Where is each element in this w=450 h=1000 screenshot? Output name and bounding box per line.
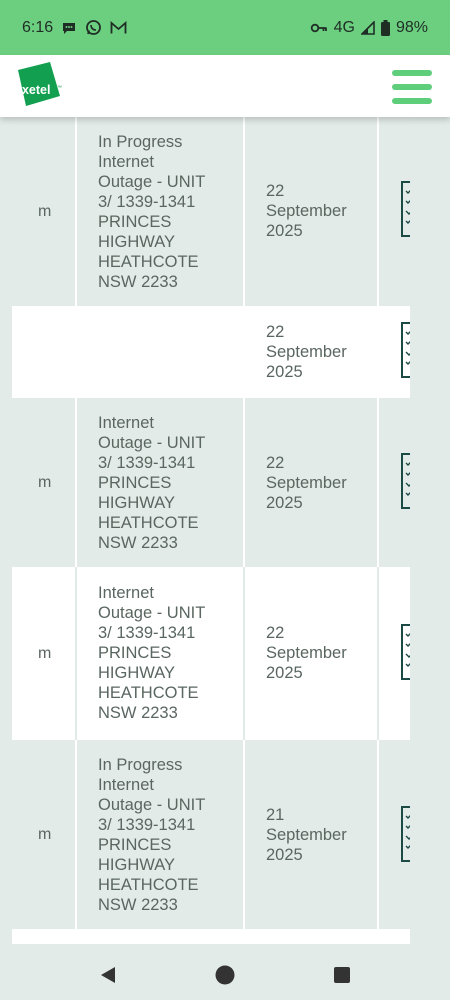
whatsapp-icon [85, 19, 102, 36]
table-row[interactable]: m In Progress Internet Outage - UNIT 3/ 133… [12, 117, 410, 306]
exetel-logo[interactable]: exetel ™ [12, 62, 66, 114]
signal-icon [360, 20, 375, 35]
checklist-icon[interactable] [400, 322, 410, 378]
status-time: 6:16 [22, 18, 54, 36]
network-type: 4G [333, 18, 355, 36]
email-cell: m [38, 203, 52, 220]
outage-table: m In Progress Internet Outage - UNIT 3/ 133… [12, 117, 410, 947]
table-row[interactable]: m Internet Outage - UNIT 3/ 1339-1341 PRINC… [12, 398, 410, 567]
battery-level: 98% [395, 18, 428, 36]
status-bar: 6:16 4G 98% [0, 0, 450, 55]
hamburger-menu-button[interactable] [392, 70, 432, 104]
issue-cell: Internet Outage - UNIT 3/ 1339-1341 PRINCES… [98, 414, 206, 552]
issue-cell: In Progress Internet Outage - UNIT 3/ 1339-… [98, 133, 206, 291]
date-cell: 22 September 2025 [266, 624, 347, 682]
table-row[interactable]: m Internet Outage - UNIT 3/ 1339-1341 PRINC… [12, 567, 410, 740]
home-icon[interactable] [214, 964, 236, 986]
email-cell: m [38, 645, 52, 662]
battery-icon [380, 19, 390, 36]
date-cell: 22 September 2025 [266, 454, 347, 512]
table-row[interactable]: 22 September 2025 [12, 306, 410, 398]
vpn-key-icon [310, 22, 328, 34]
checklist-icon[interactable] [400, 806, 410, 862]
checklist-icon[interactable] [400, 453, 410, 509]
recents-icon[interactable] [331, 964, 353, 986]
menu-line-icon [392, 98, 432, 104]
system-nav-bar [0, 947, 450, 1000]
issue-cell: Internet Outage - UNIT 3/ 1339-1341 PRINCES… [98, 584, 206, 722]
table-row[interactable]: m In Progress Internet Outage - UNIT 3/ 133… [12, 740, 410, 929]
date-cell: 21 September 2025 [266, 806, 347, 864]
issue-cell: In Progress Internet Outage - UNIT 3/ 1339-… [98, 756, 206, 914]
logo-text: exetel [15, 83, 50, 97]
date-cell: 22 September 2025 [266, 182, 347, 240]
menu-line-icon [392, 84, 432, 90]
menu-line-icon [392, 70, 432, 76]
email-cell: m [38, 826, 52, 843]
checklist-icon[interactable] [400, 181, 410, 237]
logo-tm: ™ [57, 85, 62, 91]
date-cell: 22 September 2025 [266, 323, 347, 381]
back-icon[interactable] [97, 964, 119, 986]
gmail-icon [110, 20, 127, 35]
chat-bubble-icon [61, 20, 77, 36]
app-header: exetel ™ [0, 55, 450, 117]
checklist-icon[interactable] [400, 624, 410, 680]
status-left: 6:16 [22, 19, 127, 37]
status-right: 4G 98% [310, 19, 428, 37]
email-cell: m [38, 474, 52, 491]
